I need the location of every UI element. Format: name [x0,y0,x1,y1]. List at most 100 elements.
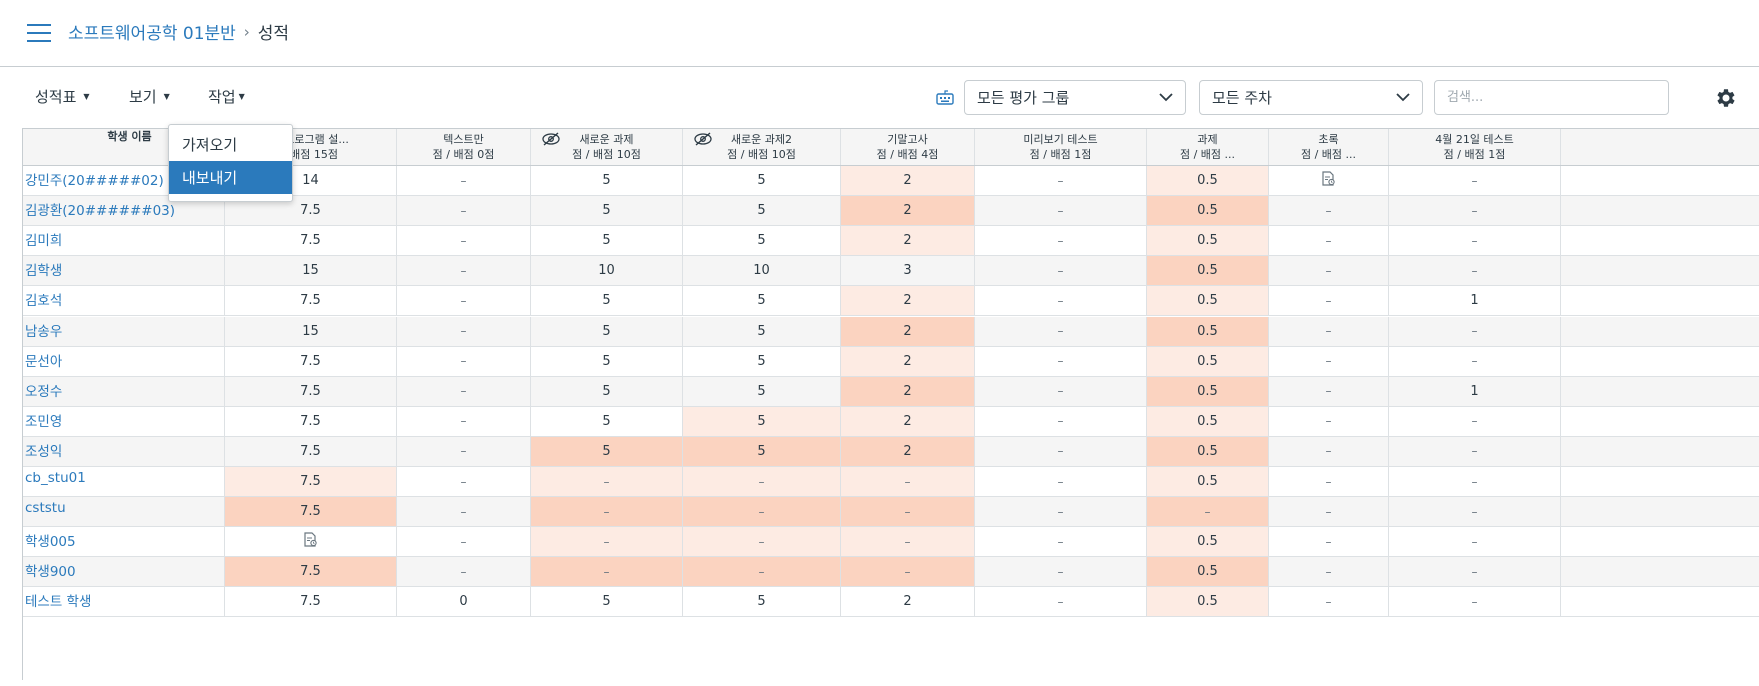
grade-cell[interactable]: – [1389,316,1561,346]
assignment-column-header[interactable]: 새로운 과제 점 / 배점 10점 [531,129,683,165]
grade-cell[interactable]: 5 [683,166,841,196]
grade-cell[interactable]: 5 [531,166,683,196]
grade-cell[interactable]: 0.5 [1147,196,1269,226]
grade-cell[interactable]: – [683,467,841,497]
grade-cell[interactable]: – [1389,467,1561,497]
grade-cell[interactable]: – [975,286,1147,316]
grade-cell[interactable]: 2 [841,587,975,617]
view-menu-button[interactable]: 보기 ▼ [129,86,170,107]
grade-cell[interactable]: 5 [683,406,841,436]
grade-cell[interactable]: – [1269,196,1389,226]
grade-cell[interactable] [225,527,397,557]
grade-cell[interactable]: – [397,557,531,587]
grade-cell[interactable]: 10 [531,256,683,286]
assignment-column-header[interactable]: 과제 점 / 배점 ... [1147,129,1269,165]
grade-cell[interactable]: – [397,376,531,406]
grade-cell[interactable]: 1 [1389,376,1561,406]
student-name-link[interactable]: 오정수 [23,376,225,406]
grade-cell[interactable]: – [1269,256,1389,286]
gear-icon[interactable] [1714,86,1738,110]
grade-cell[interactable]: – [975,316,1147,346]
grade-cell[interactable]: 0.5 [1147,436,1269,466]
assignment-column-header[interactable]: 미리보기 테스트 점 / 배점 1점 [975,129,1147,165]
grade-cell[interactable]: – [397,286,531,316]
grade-cell[interactable]: – [397,166,531,196]
grade-cell[interactable]: 0.5 [1147,286,1269,316]
grade-cell[interactable]: 2 [841,166,975,196]
grade-cell[interactable]: 7.5 [225,557,397,587]
grade-cell[interactable]: 15 [225,316,397,346]
grade-cell[interactable]: – [683,527,841,557]
grade-cell[interactable]: 5 [531,436,683,466]
grade-cell[interactable]: 0.5 [1147,256,1269,286]
grade-cell[interactable]: – [1269,436,1389,466]
student-name-link[interactable]: 김미희 [23,226,225,256]
grading-group-select[interactable]: 모든 평가 그룹 [964,80,1186,115]
grade-cell[interactable]: 0.5 [1147,557,1269,587]
student-name-link[interactable]: cststu [23,497,225,527]
search-input[interactable] [1447,90,1656,105]
grade-cell[interactable]: 2 [841,196,975,226]
grade-cell[interactable]: 15 [225,256,397,286]
actions-menu-button[interactable]: 작업 ▼ [208,86,245,107]
grade-cell[interactable]: 5 [683,316,841,346]
grade-cell[interactable]: – [1389,256,1561,286]
grade-cell[interactable]: 0.5 [1147,316,1269,346]
grade-cell[interactable]: 0.5 [1147,467,1269,497]
grade-cell[interactable]: 7.5 [225,436,397,466]
grade-cell[interactable]: – [975,256,1147,286]
grade-cell[interactable]: 7.5 [225,286,397,316]
grade-cell[interactable]: – [683,497,841,527]
grade-cell[interactable]: 2 [841,406,975,436]
grade-cell[interactable]: – [1269,376,1389,406]
grade-cell[interactable]: – [1269,467,1389,497]
grade-cell[interactable]: – [397,196,531,226]
grade-cell[interactable]: 5 [683,587,841,617]
breadcrumb-course-link[interactable]: 소프트웨어공학 01분반 [68,19,236,44]
grade-cell[interactable]: – [531,467,683,497]
grade-cell[interactable]: – [975,376,1147,406]
grade-cell[interactable]: 0.5 [1147,587,1269,617]
grade-cell[interactable]: – [975,166,1147,196]
grade-cell[interactable]: 5 [531,346,683,376]
export-menu-item[interactable]: 내보내기 [169,161,292,194]
keyboard-shortcuts-icon[interactable] [936,89,954,107]
student-name-link[interactable]: 남송우 [23,316,225,346]
grade-cell[interactable]: 5 [683,376,841,406]
grade-cell[interactable]: 0.5 [1147,346,1269,376]
grade-cell[interactable]: 2 [841,316,975,346]
grade-cell[interactable]: 7.5 [225,467,397,497]
grade-cell[interactable]: 0.5 [1147,406,1269,436]
grade-cell[interactable]: 0.5 [1147,527,1269,557]
grade-cell[interactable]: 0.5 [1147,376,1269,406]
grade-cell[interactable]: 5 [683,226,841,256]
grade-cell[interactable]: 0.5 [1147,166,1269,196]
grade-cell[interactable]: 5 [531,286,683,316]
student-name-link[interactable]: 조성익 [23,436,225,466]
grade-cell[interactable]: – [975,557,1147,587]
grade-cell[interactable]: 7.5 [225,376,397,406]
grade-cell[interactable]: 5 [531,587,683,617]
grade-cell[interactable]: 5 [683,286,841,316]
grade-cell[interactable]: – [1269,527,1389,557]
grade-cell[interactable]: – [397,497,531,527]
grade-cell[interactable]: – [841,557,975,587]
grade-cell[interactable]: 2 [841,436,975,466]
assignment-column-header[interactable]: 텍스트만 점 / 배점 0점 [397,129,531,165]
grade-cell[interactable]: – [975,196,1147,226]
grade-cell[interactable]: – [1269,316,1389,346]
grade-cell[interactable]: – [531,557,683,587]
student-name-link[interactable]: 조민영 [23,406,225,436]
grade-cell[interactable]: – [975,226,1147,256]
grade-cell[interactable]: – [1389,166,1561,196]
grade-cell[interactable]: 7.5 [225,346,397,376]
grade-cell[interactable]: – [1389,406,1561,436]
grade-cell[interactable]: – [975,587,1147,617]
grade-cell[interactable] [1269,166,1389,196]
grade-cell[interactable]: 7.5 [225,587,397,617]
grade-cell[interactable]: 5 [683,196,841,226]
grade-cell[interactable]: – [397,467,531,497]
grade-cell[interactable]: – [1389,557,1561,587]
grade-cell[interactable]: 5 [531,226,683,256]
grade-cell[interactable]: – [1269,346,1389,376]
